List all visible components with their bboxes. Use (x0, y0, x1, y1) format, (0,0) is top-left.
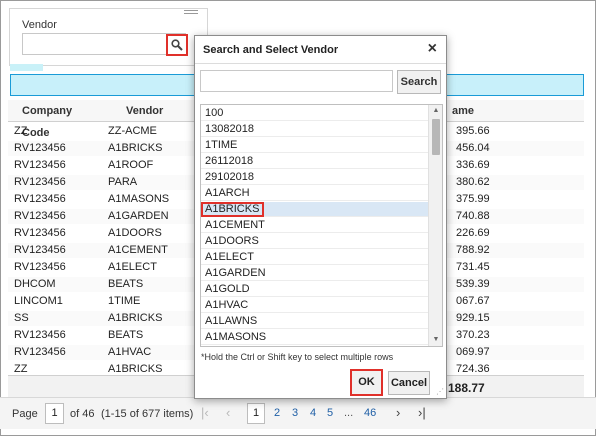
cell-company-code: RV123456 (14, 346, 66, 358)
cell-vendor: A1BRICKS (108, 142, 163, 154)
cell-amount: 375.99 (456, 193, 490, 205)
cell-company-code: RV123456 (14, 227, 66, 239)
page-link-current[interactable]: 1 (247, 403, 265, 424)
cell-vendor: A1MASONS (108, 193, 170, 205)
cell-amount: 929.15 (456, 312, 490, 324)
cell-amount: 336.69 (456, 159, 490, 171)
page-link-3[interactable]: 3 (292, 407, 298, 419)
cell-vendor: A1GARDEN (108, 210, 169, 222)
cell-company-code: RV123456 (14, 329, 66, 341)
page-link-46[interactable]: 46 (364, 407, 376, 419)
cancel-button[interactable]: Cancel (388, 371, 430, 395)
cell-company-code: SS (14, 312, 29, 324)
scroll-down-icon[interactable]: ▼ (429, 334, 442, 346)
scroll-thumb[interactable] (432, 119, 440, 155)
cell-vendor: ZZ-ACME (108, 125, 157, 137)
cell-company-code: RV123456 (14, 176, 66, 188)
dialog-divider (195, 63, 446, 64)
page-link-2[interactable]: 2 (274, 407, 280, 419)
cell-amount: 456.04 (456, 142, 490, 154)
cell-vendor: A1HVAC (108, 346, 152, 358)
cell-amount: 226.69 (456, 227, 490, 239)
list-item[interactable]: 29102018 (201, 170, 429, 185)
cell-company-code: RV123456 (14, 159, 66, 171)
list-item[interactable]: 26112018 (201, 154, 429, 169)
cell-vendor: A1ROOF (108, 159, 154, 171)
list-item[interactable]: A1ARCH (201, 186, 429, 201)
cell-vendor: A1ELECT (108, 261, 157, 273)
list-item[interactable]: A1ELECT (201, 250, 429, 265)
cell-vendor: BEATS (108, 278, 144, 290)
column-header-vendor[interactable]: Vendor (126, 100, 186, 122)
list-item[interactable]: A1HVAC (201, 298, 429, 313)
cell-company-code: RV123456 (14, 142, 66, 154)
cell-company-code: RV123456 (14, 261, 66, 273)
cell-company-code: RV123456 (14, 193, 66, 205)
list-item[interactable]: 1TIME (201, 138, 429, 153)
search-icon (171, 39, 183, 51)
total-amount: 188.77 (448, 381, 485, 395)
search-select-vendor-dialog: Search and Select Vendor × Search 100 130… (194, 35, 447, 399)
page-label: Page (12, 408, 38, 420)
cell-amount: 380.62 (456, 176, 490, 188)
list-item[interactable]: A1GOLD (201, 282, 429, 297)
cell-amount: 395.66 (456, 125, 490, 137)
page-link-4[interactable]: 4 (310, 407, 316, 419)
cell-vendor: 1TIME (108, 295, 141, 307)
cell-amount: 539.39 (456, 278, 490, 290)
cell-company-code: ZZ (14, 125, 28, 137)
cell-amount: 069.97 (456, 346, 490, 358)
cell-amount: 788.92 (456, 244, 490, 256)
last-page-icon[interactable]: ›| (418, 405, 426, 420)
cell-amount: 740.88 (456, 210, 490, 222)
page-count: of 46 (70, 408, 95, 420)
vendor-listbox[interactable]: 100 13082018 1TIME 26112018 29102018 A1ARCH A1… (200, 104, 443, 347)
cell-company-code: LINCOM1 (14, 295, 63, 307)
ok-button[interactable]: OK (350, 369, 383, 396)
scroll-up-icon[interactable]: ▲ (429, 105, 442, 117)
vendor-lookup-button[interactable] (166, 34, 188, 56)
cell-vendor: PARA (108, 176, 138, 188)
cell-vendor: BEATS (108, 329, 144, 341)
column-header-amount[interactable]: ame (452, 100, 492, 122)
items-count: (1-15 of 677 items) (101, 408, 194, 420)
cell-company-code: DHCOM (14, 278, 56, 290)
list-item[interactable]: A1CEMENT (201, 218, 429, 233)
vendor-label: Vendor (22, 19, 57, 31)
list-item[interactable]: 100 (201, 106, 429, 121)
close-icon[interactable]: × (428, 40, 437, 58)
column-header-company-code[interactable]: Company Code (22, 100, 102, 139)
drag-handle-icon[interactable] (184, 10, 198, 14)
page-link-5[interactable]: 5 (327, 407, 333, 419)
page-ellipsis: ... (344, 407, 354, 419)
prev-page-icon[interactable]: ‹ (226, 405, 230, 420)
cell-company-code: RV123456 (14, 244, 66, 256)
listbox-scrollbar[interactable]: ▲ ▼ (428, 105, 442, 346)
list-item[interactable]: 13082018 (201, 122, 429, 137)
dialog-title: Search and Select Vendor (203, 44, 339, 56)
list-item[interactable]: A1MASONS (201, 330, 429, 345)
cell-amount: 067.67 (456, 295, 490, 307)
cell-company-code: RV123456 (14, 210, 66, 222)
multi-select-hint: *Hold the Ctrl or Shift key to select mu… (201, 352, 394, 362)
cell-amount: 731.45 (456, 261, 490, 273)
next-page-icon[interactable]: › (396, 405, 400, 420)
list-item[interactable]: A1DOORS (201, 234, 429, 249)
cell-vendor: A1DOORS (108, 227, 162, 239)
dialog-search-input[interactable] (200, 70, 393, 92)
first-page-icon[interactable]: |‹ (201, 405, 209, 420)
cell-vendor: A1BRICKS (108, 312, 163, 324)
pager: Page 1 of 46 (1-15 of 677 items) |‹ ‹ 1 … (0, 397, 596, 429)
dialog-search-button[interactable]: Search (397, 70, 441, 94)
page-input[interactable]: 1 (45, 403, 64, 424)
list-item[interactable]: A1GARDEN (201, 266, 429, 281)
list-item[interactable]: A1LAWNS (201, 314, 429, 329)
vendor-input[interactable] (22, 33, 186, 55)
cell-amount: 370.23 (456, 329, 490, 341)
list-item-selected[interactable]: A1BRICKS (201, 202, 264, 217)
cell-vendor: A1CEMENT (108, 244, 168, 256)
filter-chip (10, 64, 43, 71)
resize-grip-icon[interactable]: ⋰ (436, 387, 444, 396)
